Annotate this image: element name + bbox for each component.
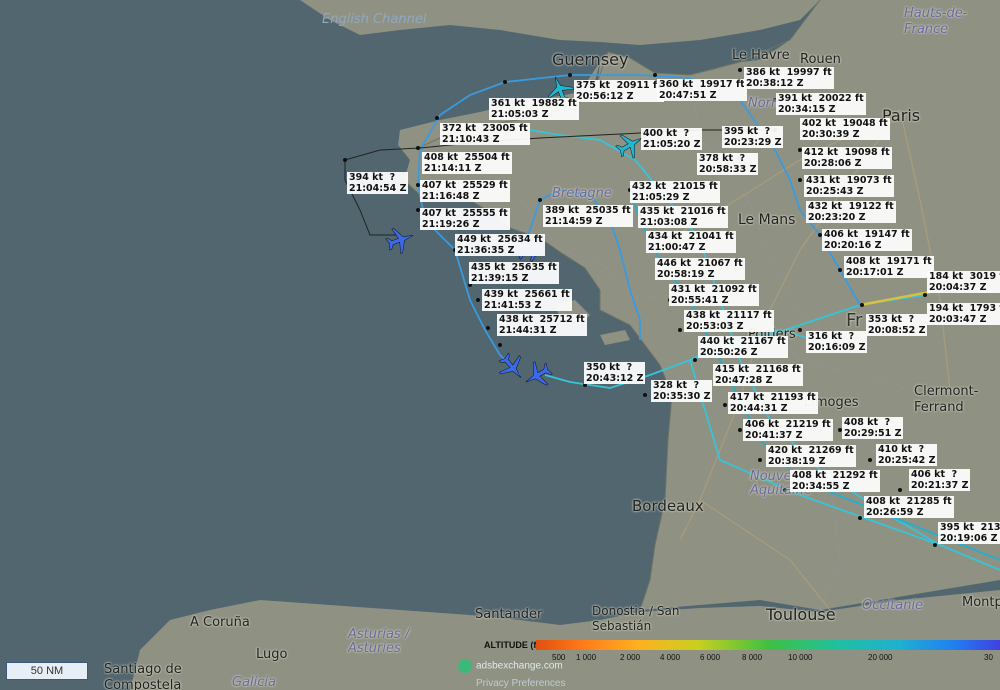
brand-text: adsbexchange.com [476, 660, 563, 672]
city-label: Lugo [256, 647, 288, 662]
city-label: Donostia / San Sebastián [592, 604, 680, 633]
track-point-label: 420 kt 21269 ft 20:38:19 Z [766, 445, 856, 467]
track-point-label: 378 kt ? 20:58:33 Z [697, 153, 759, 175]
track-point-label: 410 kt ? 20:25:42 Z [876, 444, 938, 466]
city-label: Rouen [800, 52, 841, 67]
scale-bar: 50 NM [6, 662, 88, 680]
legend-tick: 2 000 [620, 653, 641, 662]
track-point-label: 184 kt 3019 ft 20:04:37 Z [927, 271, 1000, 293]
track-point-label: 395 kt ? 20:23:29 Z [722, 126, 784, 148]
region-label: Bretagne [552, 186, 612, 201]
track-point-label: 316 kt ? 20:16:09 Z [806, 331, 868, 353]
track-point-label: 394 kt ? 21:04:54 Z [347, 172, 409, 194]
track-point-label: 386 kt 19997 ft 20:38:12 Z [744, 67, 834, 89]
track-point-label: 361 kt 19882 ft 21:05:03 Z [489, 98, 579, 120]
city-label: Toulouse [766, 605, 836, 624]
track-point-label: 406 kt 21219 ft 20:41:37 Z [743, 419, 833, 441]
region-label: Asturias / Asturies [348, 627, 410, 656]
track-point-label: 412 kt 19098 ft 20:28:06 Z [802, 147, 892, 169]
city-label: Montp [962, 595, 1000, 610]
track-point-label: 408 kt ? 20:29:51 Z [842, 417, 904, 439]
city-label: Santiago de Compostela [104, 662, 182, 690]
legend-tick: 20 000 [868, 653, 893, 662]
track-point-label: 360 kt 19917 ft 20:47:51 Z [657, 79, 747, 101]
legend-tick: 10 000 [788, 653, 813, 662]
adsb-logo-icon [458, 659, 472, 673]
track-point-label: 328 kt ? 20:35:30 Z [651, 380, 713, 402]
aircraft-icon[interactable] [519, 357, 555, 393]
city-label: Bordeaux [632, 497, 704, 515]
track-point-label: 449 kt 25634 ft 21:36:35 Z [455, 234, 545, 256]
legend-tick: 30 [984, 653, 993, 662]
legend-color-bar [536, 640, 1000, 650]
track-point-label: 408 kt 21285 ft 20:26:59 Z [864, 496, 954, 518]
track-point-label: 402 kt 19048 ft 20:30:39 Z [800, 118, 890, 140]
track-point-label: 440 kt 21167 ft 20:50:26 Z [698, 336, 788, 358]
legend-tick: 4 000 [660, 653, 681, 662]
track-point-label: 446 kt 21067 ft 20:58:19 Z [655, 258, 745, 280]
legend-tick: 8 000 [742, 653, 763, 662]
track-point-label: 375 kt 20911 ft 20:56:12 Z [574, 80, 664, 102]
track-point-label: 417 kt 21193 ft 20:44:31 Z [728, 392, 818, 414]
region-label: Fr [846, 310, 863, 331]
city-label: Le Havre [732, 48, 790, 63]
city-label: Clermont-Ferrand [914, 384, 979, 415]
brand-logo[interactable]: adsbexchange.com [458, 659, 563, 673]
track-point-label: 435 kt 21016 ft 21:03:08 Z [638, 206, 728, 228]
track-point-label: 391 kt 20022 ft 20:34:15 Z [776, 93, 866, 115]
track-point-label: 435 kt 25635 ft 21:39:15 Z [469, 262, 559, 284]
track-point-label: 372 kt 23005 ft 21:10:43 Z [440, 123, 530, 145]
legend-tick: 1 000 [576, 653, 597, 662]
city-label: Le Mans [738, 212, 796, 228]
track-point-label: 395 kt 2132 20:19:06 Z [938, 522, 1000, 544]
map-view[interactable]: Guernsey Le Havre Rouen Paris Le Mans Po… [0, 0, 1000, 690]
region-label: Galicia [232, 675, 276, 690]
track-point-label: 438 kt 25712 ft 21:44:31 Z [497, 314, 587, 336]
track-point-label: 432 kt 21015 ft 21:05:29 Z [630, 181, 720, 203]
track-point-label: 406 kt ? 20:21:37 Z [909, 469, 971, 491]
track-point-label: 406 kt 19147 ft 20:20:16 Z [822, 229, 912, 251]
aircraft-icon[interactable] [383, 223, 417, 257]
track-point-label: 407 kt 25555 ft 21:19:26 Z [420, 208, 510, 230]
track-point-label: 389 kt 25035 ft 21:14:59 Z [543, 205, 633, 227]
track-point-label: 415 kt 21168 ft 20:47:28 Z [713, 364, 803, 386]
track-point-label: 408 kt 25504 ft 21:14:11 Z [422, 152, 512, 174]
city-label: Santander [475, 607, 543, 622]
water-label: English Channel [322, 12, 427, 27]
track-point-label: 350 kt ? 20:43:12 Z [584, 362, 646, 384]
track-point-label: 431 kt 21092 ft 20:55:41 Z [669, 284, 759, 306]
legend-title: ALTITUDE (ft) [484, 640, 543, 650]
track-point-label: 408 kt 21292 ft 20:34:55 Z [790, 470, 880, 492]
track-point-label: 438 kt 21117 ft 20:53:03 Z [684, 310, 774, 332]
track-point-label: 431 kt 19073 ft 20:25:43 Z [804, 175, 894, 197]
track-point-label: 434 kt 21041 ft 21:00:47 Z [646, 231, 736, 253]
track-point-label: 432 kt 19122 ft 20:23:20 Z [806, 201, 896, 223]
track-point-label: 353 kt ? 20:08:52 Z [866, 314, 928, 336]
city-label: Guernsey [552, 50, 629, 69]
city-label: A Coruña [190, 615, 250, 630]
track-point-label: 407 kt 25529 ft 21:16:48 Z [420, 180, 510, 202]
track-point-label: 408 kt 19171 ft 20:17:01 Z [844, 256, 934, 278]
legend-tick: 6 000 [700, 653, 721, 662]
privacy-link[interactable]: Privacy Preferences [476, 678, 565, 689]
track-point-label: 400 kt ? 21:05:20 Z [641, 128, 703, 150]
track-point-label: 439 kt 25661 ft 21:41:53 Z [482, 289, 572, 311]
region-label: Occitanie [862, 598, 924, 613]
region-label: Hauts-de-France [904, 6, 968, 37]
land-re [600, 330, 630, 345]
track-point-label: 194 kt 1793 ft 20:03:47 Z [927, 303, 1000, 325]
